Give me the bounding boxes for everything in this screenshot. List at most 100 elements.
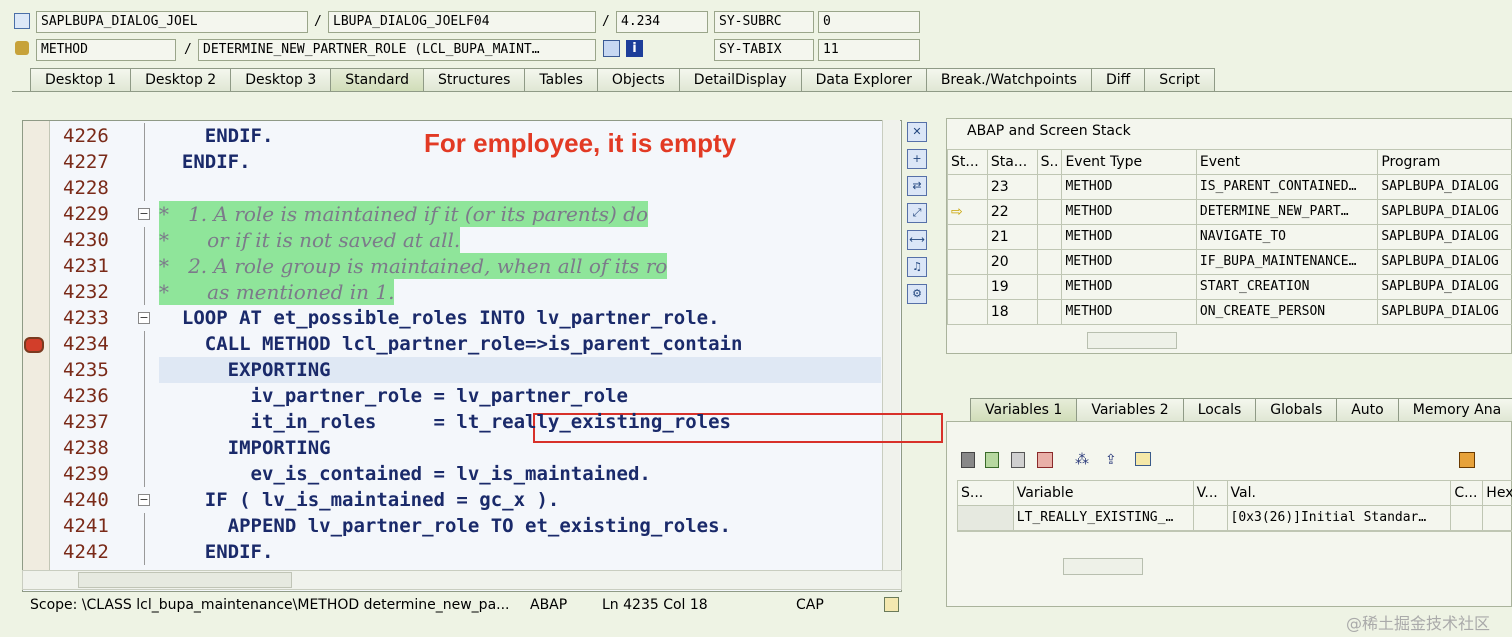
code-comment[interactable]: * 2. A role group is maintained, when al… bbox=[159, 253, 668, 279]
transfer-icon[interactable]: ⇪ bbox=[1105, 452, 1123, 468]
stack-hscroll[interactable] bbox=[1087, 332, 1177, 349]
variables-tab-2[interactable]: Locals bbox=[1182, 398, 1257, 422]
desktop-tab-11[interactable]: Script bbox=[1144, 68, 1215, 92]
method-field[interactable]: DETERMINE_NEW_PARTNER_ROLE (LCL_BUPA_MAI… bbox=[198, 39, 596, 61]
desktop-tab-8[interactable]: Data Explorer bbox=[800, 68, 927, 92]
code-line[interactable]: LOOP AT et_possible_roles INTO lv_partne… bbox=[159, 305, 720, 331]
swap-icon[interactable]: ⇄ bbox=[907, 176, 927, 196]
stack-cell-level: 20 bbox=[986, 249, 1038, 275]
stack-row[interactable]: 19 METHOD START_CREATION SAPLBUPA_DIALOG bbox=[947, 274, 1512, 300]
fold-toggle[interactable]: − bbox=[138, 312, 150, 324]
variables-row[interactable] bbox=[957, 530, 1512, 532]
variables-cell-value[interactable] bbox=[1226, 530, 1452, 532]
variables-cell-variable[interactable] bbox=[1012, 530, 1194, 532]
sy-subrc-value[interactable]: 0 bbox=[818, 11, 920, 33]
variables-tab-0[interactable]: Variables 1 bbox=[970, 398, 1078, 422]
new-icon[interactable]: + bbox=[907, 149, 927, 169]
desktop-tab-1[interactable]: Desktop 2 bbox=[130, 68, 232, 92]
variables-tab-3[interactable]: Globals bbox=[1255, 398, 1338, 422]
code-line[interactable]: it_in_roles = lt_really_existing_roles bbox=[159, 409, 731, 435]
code-comment[interactable]: * or if it is not saved at all. bbox=[159, 227, 461, 253]
variables-header[interactable]: C... bbox=[1450, 480, 1484, 506]
source-editor[interactable]: 4226 ENDIF. 4227 ENDIF. 4228 4229− * 1. A ro… bbox=[22, 120, 902, 592]
code-line[interactable]: iv_partner_role = lv_partner_role bbox=[159, 383, 629, 409]
doc-grey-icon[interactable] bbox=[1011, 452, 1025, 468]
code-line[interactable]: ENDIF. bbox=[159, 149, 251, 175]
fold-toggle[interactable]: − bbox=[138, 208, 150, 220]
desktop-tab-7[interactable]: DetailDisplay bbox=[678, 68, 802, 92]
close-icon[interactable]: ✕ bbox=[907, 122, 927, 142]
code-line[interactable]: CALL METHOD lcl_partner_role=>is_parent_… bbox=[159, 331, 743, 357]
stack-header[interactable]: Event bbox=[1195, 149, 1379, 175]
code-line[interactable]: IMPORTING bbox=[159, 435, 331, 461]
stack-header[interactable]: Event Type bbox=[1061, 149, 1197, 175]
program-field[interactable]: SAPLBUPA_DIALOG_JOEL bbox=[36, 11, 308, 33]
fold-guide bbox=[144, 331, 145, 357]
tree-icon[interactable]: ⁂ bbox=[1075, 452, 1093, 468]
fold-toggle[interactable]: − bbox=[138, 494, 150, 506]
type-field[interactable]: METHOD bbox=[36, 39, 176, 61]
variables-header[interactable]: Val. bbox=[1226, 480, 1452, 506]
editor-vscroll[interactable] bbox=[882, 120, 900, 572]
desktop-tab-4[interactable]: Structures bbox=[422, 68, 526, 92]
code-line[interactable]: IF ( lv_is_maintained = gc_x ). bbox=[159, 487, 560, 513]
headset-icon[interactable]: ♫ bbox=[907, 257, 927, 277]
code-line[interactable]: ev_is_contained = lv_is_maintained. bbox=[159, 461, 651, 487]
line-field[interactable]: 4.234 bbox=[616, 11, 708, 33]
desktop-tab-0[interactable]: Desktop 1 bbox=[30, 68, 132, 92]
maximize-icon[interactable]: ⤢ bbox=[907, 203, 927, 223]
fold-guide bbox=[144, 513, 145, 539]
variables-cell-variable[interactable]: LT_REALLY_EXISTING_… bbox=[1012, 505, 1194, 531]
desktop-tab-2[interactable]: Desktop 3 bbox=[230, 68, 332, 92]
breakpoint-icon[interactable] bbox=[24, 337, 44, 353]
doc-green-icon[interactable] bbox=[985, 452, 999, 468]
variables-row[interactable]: LT_REALLY_EXISTING_… [0x3(26)]Initial Sta… bbox=[957, 505, 1512, 531]
stack-cell-event: NAVIGATE_TO bbox=[1195, 224, 1379, 250]
doc-icon[interactable] bbox=[884, 597, 899, 612]
variables-header[interactable]: V... bbox=[1192, 480, 1228, 506]
variables-hscroll[interactable] bbox=[1063, 558, 1143, 575]
expand-icon[interactable]: ⟷ bbox=[907, 230, 927, 250]
stack-row[interactable]: 18 METHOD ON_CREATE_PERSON SAPLBUPA_DIALOG bbox=[947, 299, 1512, 325]
desktop-tab-9[interactable]: Break./Watchpoints bbox=[925, 68, 1092, 92]
hscroll-thumb[interactable] bbox=[78, 572, 292, 588]
stack-cell-level: 19 bbox=[986, 274, 1038, 300]
navigate-icon[interactable] bbox=[603, 40, 620, 57]
variables-tab-5[interactable]: Memory Ana bbox=[1397, 398, 1512, 422]
variables-tab-1[interactable]: Variables 2 bbox=[1076, 398, 1184, 422]
variables-header[interactable]: Variable bbox=[1012, 480, 1194, 506]
stack-cell-event: DETERMINE_NEW_PART… bbox=[1195, 199, 1379, 225]
code-comment[interactable]: * as mentioned in 1. bbox=[159, 279, 395, 305]
delete-icon[interactable] bbox=[961, 452, 975, 468]
variables-tabs: Variables 1 Variables 2 Locals Globals Auto M… bbox=[970, 398, 1512, 422]
folder-icon[interactable] bbox=[1135, 452, 1151, 466]
stack-header[interactable]: St... bbox=[947, 149, 988, 175]
code-comment[interactable]: * 1. A role is maintained if it (or its … bbox=[159, 201, 648, 227]
desktop-tab-3[interactable]: Standard bbox=[330, 68, 424, 92]
stack-row[interactable]: ⇨ 22 METHOD DETERMINE_NEW_PART… SAPLBUPA_DIA… bbox=[947, 199, 1512, 225]
variables-header[interactable]: S... bbox=[957, 480, 1014, 506]
stack-header[interactable]: Program bbox=[1377, 149, 1512, 175]
save-icon[interactable] bbox=[1459, 452, 1475, 468]
code-line[interactable]: EXPORTING bbox=[159, 357, 331, 383]
variables-header[interactable]: Hex bbox=[1482, 480, 1512, 506]
variables-cell-value[interactable]: [0x3(26)]Initial Standar… bbox=[1226, 505, 1452, 531]
desktop-tab-10[interactable]: Diff bbox=[1090, 68, 1146, 92]
sy-tabix-value[interactable]: 11 bbox=[818, 39, 920, 61]
code-line[interactable]: ENDIF. bbox=[159, 123, 274, 149]
stack-header[interactable]: S.. bbox=[1036, 149, 1063, 175]
include-field[interactable]: LBUPA_DIALOG_JOELF04 bbox=[328, 11, 596, 33]
info-icon[interactable]: i bbox=[626, 40, 643, 57]
variables-tab-4[interactable]: Auto bbox=[1336, 398, 1399, 422]
tool-icon[interactable]: ⚙ bbox=[907, 284, 927, 304]
stack-row[interactable]: 20 METHOD IF_BUPA_MAINTENANCE… SAPLBUPA_DIA… bbox=[947, 249, 1512, 275]
stack-row[interactable]: 21 METHOD NAVIGATE_TO SAPLBUPA_DIALOG bbox=[947, 224, 1512, 250]
desktop-tab-6[interactable]: Objects bbox=[596, 68, 680, 92]
stack-header[interactable]: Sta... bbox=[986, 149, 1038, 175]
desktop-tab-5[interactable]: Tables bbox=[524, 68, 598, 92]
doc-red-icon[interactable] bbox=[1037, 452, 1053, 468]
code-line[interactable]: APPEND lv_partner_role TO et_existing_ro… bbox=[159, 513, 731, 539]
line-number: 4228 bbox=[63, 177, 109, 199]
code-line[interactable]: ENDIF. bbox=[159, 539, 274, 565]
stack-row[interactable]: 23 METHOD IS_PARENT_CONTAINED… SAPLBUPA_DIA… bbox=[947, 174, 1512, 200]
